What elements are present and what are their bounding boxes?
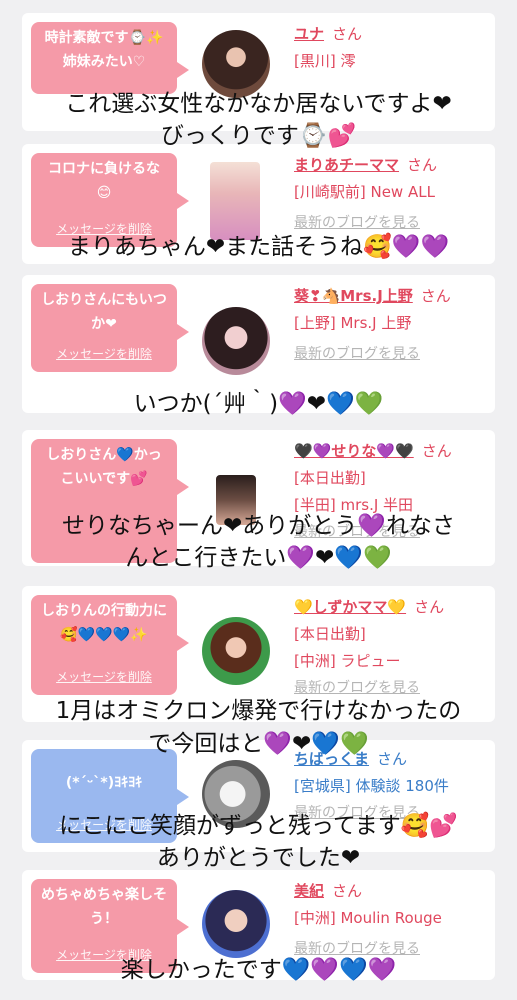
honorific: さん [420, 287, 451, 305]
message-bubble: しおりさんにもいつか❤ メッセージを削除 [31, 284, 189, 372]
location-link[interactable]: [黒川] 澪 [294, 48, 487, 75]
location-link[interactable]: [中洲] ラピュー [294, 648, 487, 675]
location-link[interactable]: [宮城県] 体験談 180件 [294, 773, 487, 800]
user-name-link[interactable]: 🖤💜せりな💜🖤 [294, 442, 414, 460]
message-text: コロナに負けるな😊 [48, 161, 160, 201]
avatar[interactable] [202, 307, 270, 375]
user-name-link[interactable]: ユナ [294, 25, 324, 43]
honorific: さん [414, 598, 445, 616]
status-text: [本日出勤] [294, 469, 366, 487]
message-text: しおりさんにもいつか❤ [41, 292, 167, 332]
user-name-link[interactable]: 💛しずかママ💛 [294, 598, 406, 616]
user-name-link[interactable]: まりあチーママ [294, 156, 399, 174]
caption-line: いつか(´艸｀)💜❤💙💚 [133, 391, 384, 417]
message-bubble: しおりんの行動力に🥰💙💙💙✨ メッセージを削除 [31, 595, 189, 695]
caption-line: ありがとうでした❤ [156, 845, 361, 871]
caption-line: せりなちゃーん❤ありがとう💜れなさ [62, 513, 455, 539]
location-link[interactable]: [川崎駅前] New ALL [294, 179, 487, 206]
location-link[interactable]: [上野] Mrs.J 上野 [294, 310, 487, 337]
honorific: さん [332, 25, 363, 43]
caption-line: で今回はと💜❤💙💚 [148, 731, 369, 757]
avatar[interactable] [210, 162, 260, 240]
user-name-link[interactable]: 美紀 [294, 882, 324, 900]
message-text: めちゃめちゃ楽しそう！ [41, 887, 167, 927]
message-text: しおりんの行動力に🥰💙💙💙✨ [41, 603, 167, 643]
status-text: [本日出勤] [294, 625, 366, 643]
avatar[interactable] [202, 890, 270, 958]
delete-message-link[interactable]: メッセージを削除 [31, 342, 177, 366]
message-bubble: 時計素敵です⌚✨姉妹みたい♡ [31, 22, 189, 94]
honorific: さん [407, 156, 438, 174]
honorific: さん [421, 442, 452, 460]
latest-blog-link[interactable]: 最新のブログを見る [294, 341, 487, 368]
honorific: さん [332, 882, 363, 900]
avatar[interactable] [202, 30, 270, 98]
message-text: 時計素敵です⌚✨姉妹みたい♡ [44, 30, 164, 70]
caption-line: 楽しかったです💙💜💙💜 [120, 957, 397, 983]
message-text: (*´ᵕ`*)ﾖｷﾖｷ [65, 775, 143, 791]
avatar[interactable] [202, 617, 270, 685]
user-name-link[interactable]: 葵❣🐴Mrs.J上野 [294, 287, 413, 305]
caption-line: んとこ行きたい💜❤💙💚 [125, 545, 392, 571]
message-text: しおりさん💙かっこいいです💕 [46, 447, 162, 487]
caption-line: まりあちゃん❤また話そうね🥰💜💜 [67, 234, 450, 260]
caption-line: にこにこ笑顔がずっと残ってます🥰💕 [58, 813, 459, 839]
caption-line: これ選ぶ女性なかなか居ないですよ❤ [65, 91, 452, 117]
delete-message-link[interactable]: メッセージを削除 [31, 665, 177, 689]
location-link[interactable]: [中洲] Moulin Rouge [294, 905, 487, 932]
caption-line: 1月はオミクロン爆発で行けなかったの [55, 698, 462, 724]
caption-line: びっくりです⌚💕 [160, 123, 357, 149]
